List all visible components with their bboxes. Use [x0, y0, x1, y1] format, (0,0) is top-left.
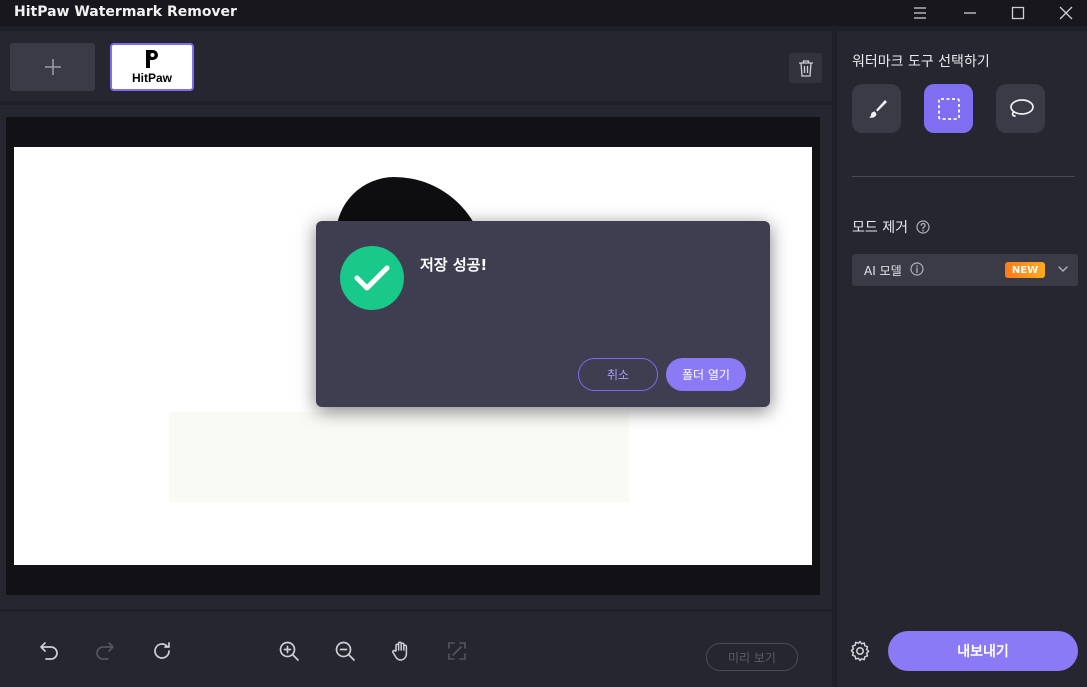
- app-title: HitPaw Watermark Remover: [14, 4, 237, 20]
- brush-icon: [868, 99, 887, 118]
- thumbnail-bar: HitPaw: [0, 31, 832, 101]
- lasso-mode-button[interactable]: [996, 84, 1045, 133]
- info-icon[interactable]: [910, 262, 924, 276]
- menu-icon[interactable]: [900, 0, 940, 26]
- dialog-message: 저장 성공!: [420, 256, 488, 274]
- zoom-out-icon[interactable]: [331, 637, 359, 665]
- hitpaw-logo-icon: [146, 50, 158, 68]
- rectangle-mode-button[interactable]: [924, 84, 973, 133]
- gear-icon: [850, 640, 870, 662]
- fit-icon[interactable]: [443, 637, 471, 665]
- open-folder-button[interactable]: 폴더 열기: [666, 358, 746, 391]
- lasso-icon: [1009, 98, 1034, 117]
- new-badge: NEW: [1005, 262, 1045, 278]
- chevron-down-icon: [1058, 266, 1068, 272]
- title-bar: HitPaw Watermark Remover: [0, 0, 1087, 26]
- export-button[interactable]: 내보내기: [888, 631, 1078, 671]
- brush-mode-button[interactable]: [852, 84, 901, 133]
- delete-button[interactable]: [789, 53, 822, 83]
- tool-section-title: 워터마크 도구 선택하기: [852, 54, 990, 70]
- rectangle-select-icon: [937, 97, 960, 120]
- refresh-icon[interactable]: [148, 637, 176, 665]
- success-icon: [340, 246, 404, 310]
- minimize-icon[interactable]: [950, 0, 990, 26]
- settings-panel: 워터마크 도구 선택하기 모드 제거 AI 모델 NEW 내보내기: [837, 31, 1087, 687]
- settings-button[interactable]: [847, 638, 873, 664]
- bottom-toolbar: 미리 보기: [0, 612, 832, 687]
- cancel-button[interactable]: 취소: [578, 358, 658, 391]
- save-success-dialog: 저장 성공! 취소 폴더 열기: [316, 221, 770, 407]
- thumbnail-hitpaw[interactable]: HitPaw: [110, 43, 194, 91]
- thumbnail-label: HitPaw: [131, 71, 172, 85]
- zoom-in-icon[interactable]: [275, 637, 303, 665]
- redo-icon[interactable]: [91, 637, 119, 665]
- model-select-value: AI 모델: [864, 264, 902, 278]
- trash-icon: [798, 60, 813, 77]
- remove-mode-title: 모드 제거: [852, 217, 930, 237]
- help-icon[interactable]: [916, 220, 930, 234]
- model-select[interactable]: AI 모델 NEW: [852, 254, 1078, 286]
- divider: [852, 176, 1075, 177]
- preview-button[interactable]: 미리 보기: [706, 643, 798, 671]
- close-icon[interactable]: [1046, 0, 1086, 26]
- plus-icon: [44, 59, 61, 75]
- hand-icon[interactable]: [387, 637, 415, 665]
- maximize-icon[interactable]: [998, 0, 1038, 26]
- remove-mode-label: 모드 제거: [852, 220, 908, 236]
- add-image-button[interactable]: [10, 43, 95, 91]
- removed-watermark-area: [169, 412, 629, 502]
- undo-icon[interactable]: [35, 637, 63, 665]
